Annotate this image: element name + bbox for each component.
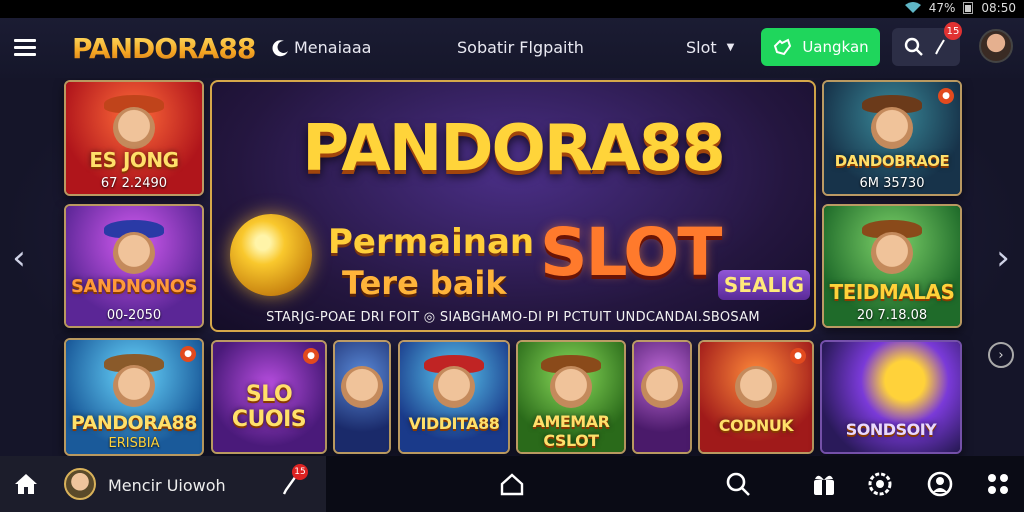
crescent-icon xyxy=(272,39,288,56)
pin-count-badge: 15 xyxy=(292,464,308,480)
game-card[interactable]: ● PANDORA88 ERISBIA xyxy=(64,338,204,456)
hero-title: PANDORA88 xyxy=(302,112,726,186)
nav-item-sobatir[interactable]: Sobatir Flgpaith xyxy=(457,38,584,57)
settings-icon[interactable] xyxy=(866,470,894,498)
game-card[interactable]: SONDSOIY xyxy=(820,340,962,454)
home-icon[interactable] xyxy=(12,470,40,498)
info-icon[interactable]: › xyxy=(988,342,1014,368)
battery-percent: 47% xyxy=(928,1,956,15)
game-subtitle: 6M 35730 xyxy=(859,176,925,191)
game-title: SANDNONOS xyxy=(70,276,198,297)
game-card[interactable]: AMEMAR CSLOT xyxy=(516,340,626,454)
nav-item-slot-dropdown[interactable]: Slot ▼ xyxy=(686,38,734,57)
gift-icon[interactable] xyxy=(810,470,838,498)
hot-badge-icon: ● xyxy=(303,348,319,364)
login-button[interactable]: Uangkan xyxy=(761,28,880,66)
wifi-icon xyxy=(904,2,921,13)
search-icon xyxy=(904,37,923,56)
hero-banner[interactable]: PANDORA88 Permainan Tere baik SLOT SEALI… xyxy=(210,80,816,332)
game-card[interactable] xyxy=(333,340,391,454)
battery-icon xyxy=(963,2,974,14)
brand-logo[interactable]: PANDORA88 xyxy=(72,32,256,65)
game-subtitle: ERISBIA xyxy=(108,436,160,451)
game-title: PANDORA88 xyxy=(71,412,198,434)
pin-icon xyxy=(935,39,945,55)
status-bar: 47% 08:50 xyxy=(0,0,1024,18)
chevron-down-icon: ▼ xyxy=(726,42,735,53)
game-title: SLO CUOIS xyxy=(231,382,307,432)
top-navigation: PANDORA88 Menaiaaa Sobatir Flgpaith Slot… xyxy=(0,18,1024,78)
hot-badge-icon: ● xyxy=(790,348,806,364)
hot-badge-icon: ● xyxy=(180,346,196,362)
game-subtitle: 20 7.18.08 xyxy=(856,308,928,323)
menu-icon[interactable] xyxy=(14,39,36,57)
game-title: SONDSOIY xyxy=(845,420,937,439)
search-button[interactable]: 15 xyxy=(892,22,962,66)
nav-label: Sobatir Flgpaith xyxy=(457,38,584,57)
profile-icon[interactable] xyxy=(926,470,954,498)
game-card[interactable]: ● DANDOBRAOE 6M 35730 xyxy=(822,80,962,196)
game-card[interactable]: ● CODNUK xyxy=(698,340,814,454)
nav-label: Slot xyxy=(686,38,717,57)
game-subtitle: 00-2050 xyxy=(106,308,162,323)
pin-button[interactable]: 15 xyxy=(280,464,308,496)
home-outline-icon[interactable] xyxy=(498,470,526,498)
game-card[interactable]: TEIDMALAS 20 7.18.08 xyxy=(822,204,962,328)
game-card[interactable]: ES JONG 67 2.2490 xyxy=(64,80,204,196)
hot-badge-icon: ● xyxy=(938,88,954,104)
next-arrow-icon[interactable]: › xyxy=(990,238,1016,278)
game-card[interactable]: ● SLO CUOIS xyxy=(211,340,327,454)
grid-icon[interactable] xyxy=(984,470,1012,498)
game-card[interactable]: SANDNONOS 00-2050 xyxy=(64,204,204,328)
game-title: DANDOBRAOE xyxy=(834,152,950,170)
user-avatar[interactable] xyxy=(979,29,1013,63)
hero-line2: Tere baik xyxy=(342,264,507,302)
search-icon[interactable] xyxy=(724,470,752,498)
hand-icon xyxy=(774,38,792,56)
hero-badge: SEALIG xyxy=(718,270,810,300)
username: Mencir Uiowoh xyxy=(108,476,226,495)
gold-coin-icon xyxy=(230,214,312,296)
game-title: CODNUK xyxy=(718,416,794,435)
nav-item-menaiaaa[interactable]: Menaiaaa xyxy=(272,38,371,57)
hero-caption: STARJG-POAE DRI FOIT ◎ SIABGHAMO-DI PI P… xyxy=(266,310,760,325)
game-card[interactable]: VIDDITA88 xyxy=(398,340,510,454)
game-title: VIDDITA88 xyxy=(408,414,500,433)
game-title: TEIDMALAS xyxy=(829,280,955,304)
nav-label: Menaiaaa xyxy=(294,38,372,57)
login-label: Uangkan xyxy=(802,38,869,56)
hero-slot-word: SLOT xyxy=(540,214,722,291)
clock: 08:50 xyxy=(981,1,1016,15)
hero-line1: Permainan xyxy=(328,222,535,262)
notification-badge: 15 xyxy=(944,22,962,40)
prev-arrow-icon[interactable]: ‹ xyxy=(6,238,32,278)
game-subtitle: 67 2.2490 xyxy=(100,176,168,191)
game-title: AMEMAR CSLOT xyxy=(532,412,610,450)
game-carousel: ‹ › › ES JONG 67 2.2490 SANDNONOS 00-205… xyxy=(0,78,1024,456)
user-avatar[interactable] xyxy=(64,468,96,500)
game-card[interactable] xyxy=(632,340,692,454)
game-title: ES JONG xyxy=(89,148,179,172)
bottom-navigation: Mencir Uiowoh 15 xyxy=(0,456,1024,512)
